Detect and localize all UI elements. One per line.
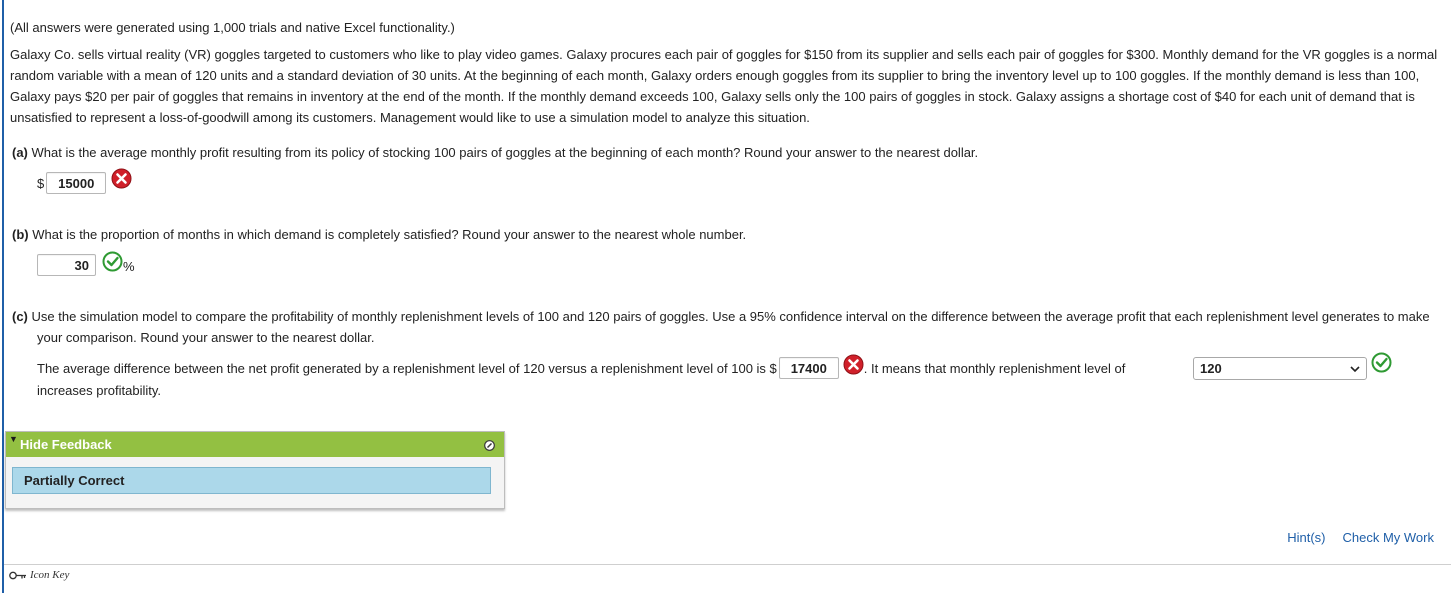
part-b-text: What is the proportion of months in whic… bbox=[32, 227, 747, 242]
trials-note: (All answers were generated using 1,000 … bbox=[10, 20, 455, 35]
feedback-panel: ▼ Hide Feedback Partially Correct bbox=[5, 431, 505, 509]
left-border bbox=[2, 0, 4, 593]
pin-icon[interactable] bbox=[484, 439, 495, 454]
part-c-question: (c) Use the simulation model to compare … bbox=[12, 306, 1451, 348]
incorrect-x-icon bbox=[111, 168, 132, 189]
divider bbox=[4, 564, 1451, 565]
feedback-message: Partially Correct bbox=[12, 467, 491, 494]
part-c-answer-row: The average difference between the net p… bbox=[37, 354, 1126, 379]
part-a-question: (a) What is the average monthly profit r… bbox=[12, 142, 978, 163]
part-c-text: Use the simulation model to compare the … bbox=[31, 309, 1430, 345]
icon-key-label: Icon Key bbox=[30, 569, 70, 581]
check-my-work-link[interactable]: Check My Work bbox=[1343, 530, 1435, 545]
select-value: 120 bbox=[1200, 361, 1222, 376]
incorrect-x-icon bbox=[843, 354, 864, 375]
hints-link[interactable]: Hint(s) bbox=[1287, 530, 1325, 545]
part-c-input[interactable] bbox=[778, 357, 839, 379]
triangle-down-icon: ▼ bbox=[9, 434, 18, 444]
part-c-sentence-middle: . It means that monthly replenishment le… bbox=[863, 360, 1126, 376]
part-c-sentence-after: increases profitability. bbox=[37, 383, 162, 398]
part-c-sentence-before: The average difference between the net p… bbox=[37, 360, 777, 376]
problem-text: Galaxy Co. sells virtual reality (VR) go… bbox=[10, 47, 1438, 125]
part-a-label: (a) bbox=[12, 145, 28, 160]
part-b-question: (b) What is the proportion of months in … bbox=[12, 224, 746, 245]
part-b-input[interactable] bbox=[37, 254, 96, 276]
hide-feedback-label: Hide Feedback bbox=[20, 437, 112, 452]
key-icon bbox=[9, 571, 26, 579]
correct-check-icon bbox=[102, 251, 123, 272]
hide-feedback-toggle[interactable]: ▼ Hide Feedback bbox=[6, 432, 504, 457]
part-c-label: (c) bbox=[12, 309, 28, 324]
part-a-dollar-sign: $ bbox=[37, 175, 45, 191]
part-b-answer-row: % bbox=[37, 251, 135, 276]
part-a-answer-row: $ bbox=[37, 168, 132, 194]
action-links: Hint(s) Check My Work bbox=[1287, 530, 1434, 545]
correct-check-icon bbox=[1371, 352, 1392, 373]
part-a-text: What is the average monthly profit resul… bbox=[31, 145, 979, 160]
chevron-down-icon bbox=[1350, 361, 1360, 376]
percent-sign: % bbox=[123, 258, 135, 274]
part-b-label: (b) bbox=[12, 227, 29, 242]
replenishment-level-select[interactable]: 120 bbox=[1193, 357, 1367, 380]
icon-key[interactable]: Icon Key bbox=[9, 569, 69, 581]
part-a-input[interactable] bbox=[46, 172, 107, 194]
